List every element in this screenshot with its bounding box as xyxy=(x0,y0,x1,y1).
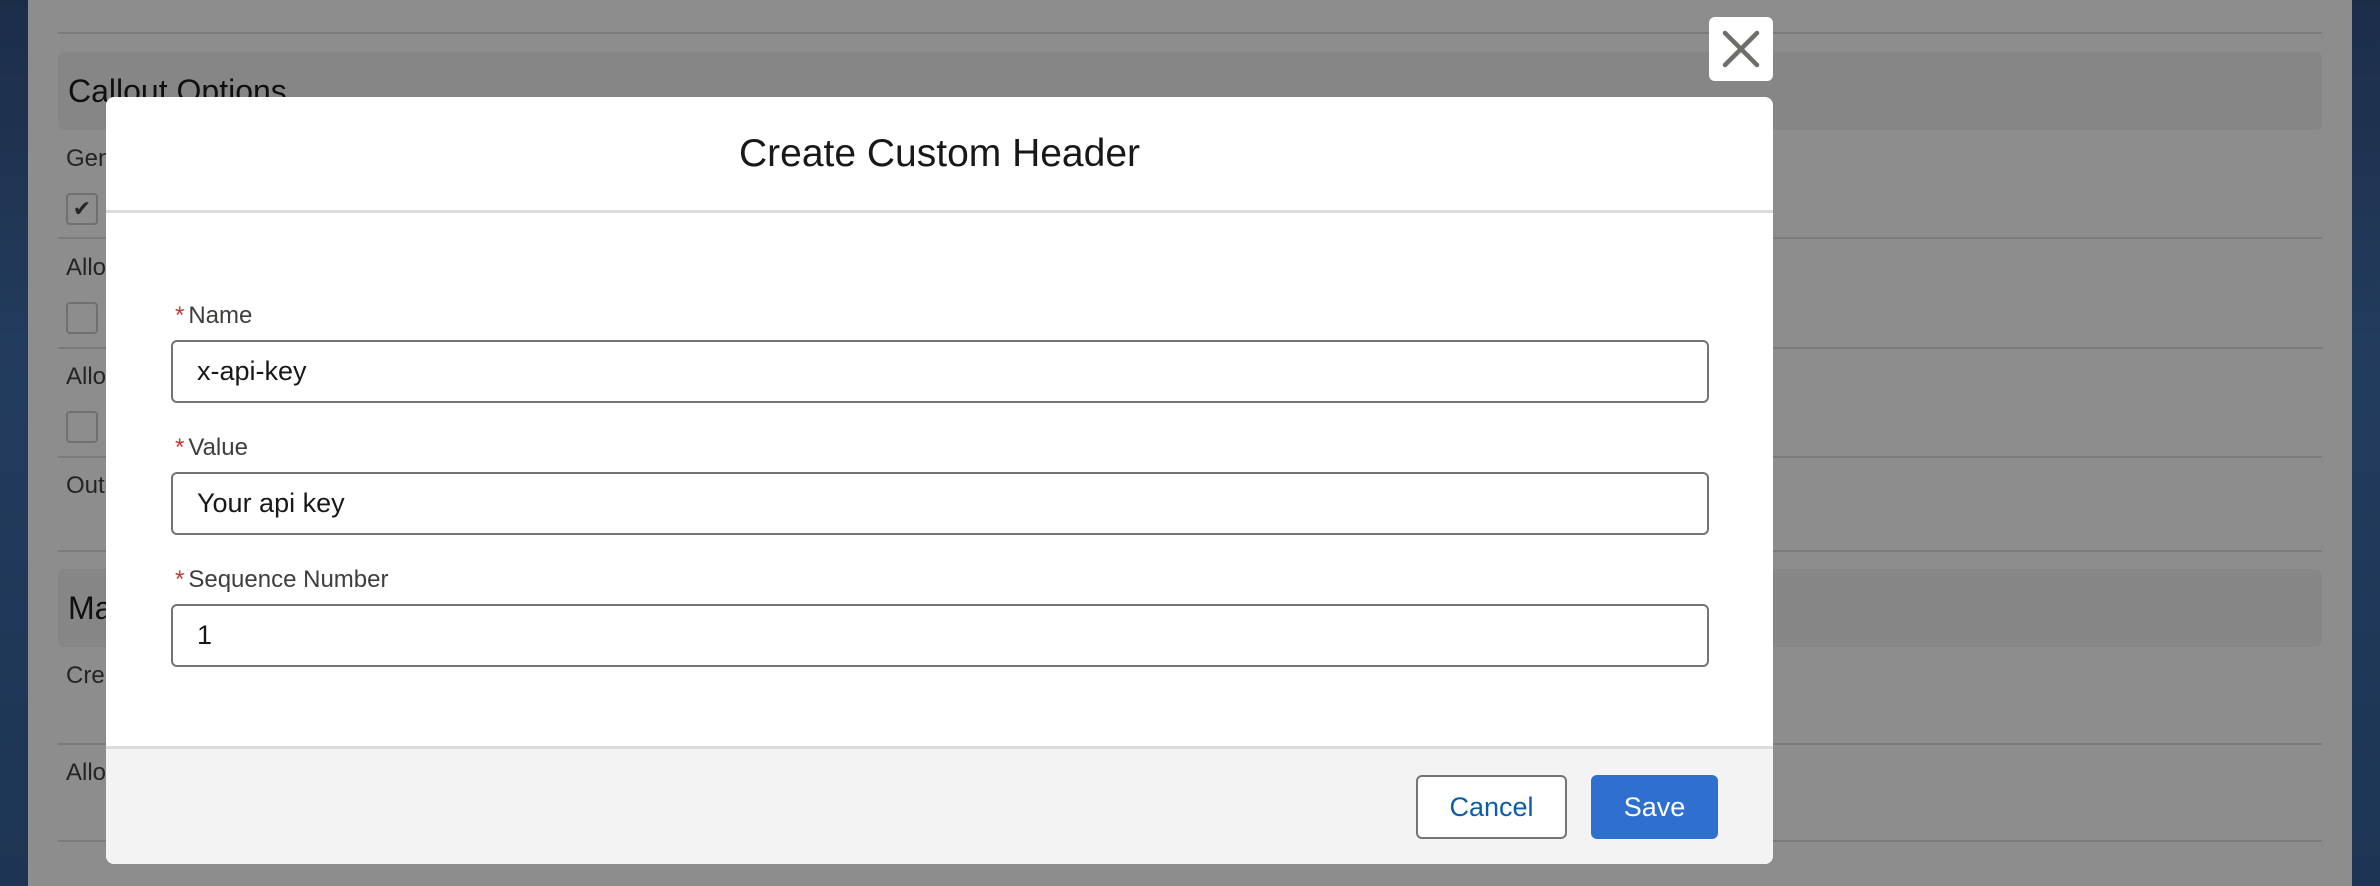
name-label-text: Name xyxy=(188,302,253,329)
create-custom-header-modal: Create Custom Header * Name x-api-key * Va… xyxy=(106,97,1773,864)
sequence-number-label-text: Sequence Number xyxy=(188,566,389,593)
modal-header: Create Custom Header xyxy=(106,97,1773,213)
modal-footer: Cancel Save xyxy=(106,746,1773,864)
value-field: * Value Your api key xyxy=(171,434,1709,535)
value-label: * Value xyxy=(171,434,1709,462)
sequence-number-input[interactable]: 1 xyxy=(171,604,1709,667)
modal-title: Create Custom Header xyxy=(738,131,1140,175)
cancel-button[interactable]: Cancel xyxy=(1416,775,1567,839)
sequence-number-label: * Sequence Number xyxy=(171,566,1709,594)
value-input[interactable]: Your api key xyxy=(171,472,1709,535)
close-icon xyxy=(1722,30,1760,68)
value-label-text: Value xyxy=(188,434,248,461)
required-indicator: * xyxy=(175,566,185,593)
close-button[interactable] xyxy=(1709,17,1773,81)
modal-body: * Name x-api-key * Value Your api key * Seq… xyxy=(106,213,1773,746)
required-indicator: * xyxy=(175,302,185,329)
name-field: * Name x-api-key xyxy=(171,302,1709,403)
save-button[interactable]: Save xyxy=(1591,775,1718,839)
required-indicator: * xyxy=(175,434,185,461)
name-label: * Name xyxy=(171,302,1709,330)
name-input[interactable]: x-api-key xyxy=(171,340,1709,403)
sequence-number-field: * Sequence Number 1 xyxy=(171,566,1709,667)
